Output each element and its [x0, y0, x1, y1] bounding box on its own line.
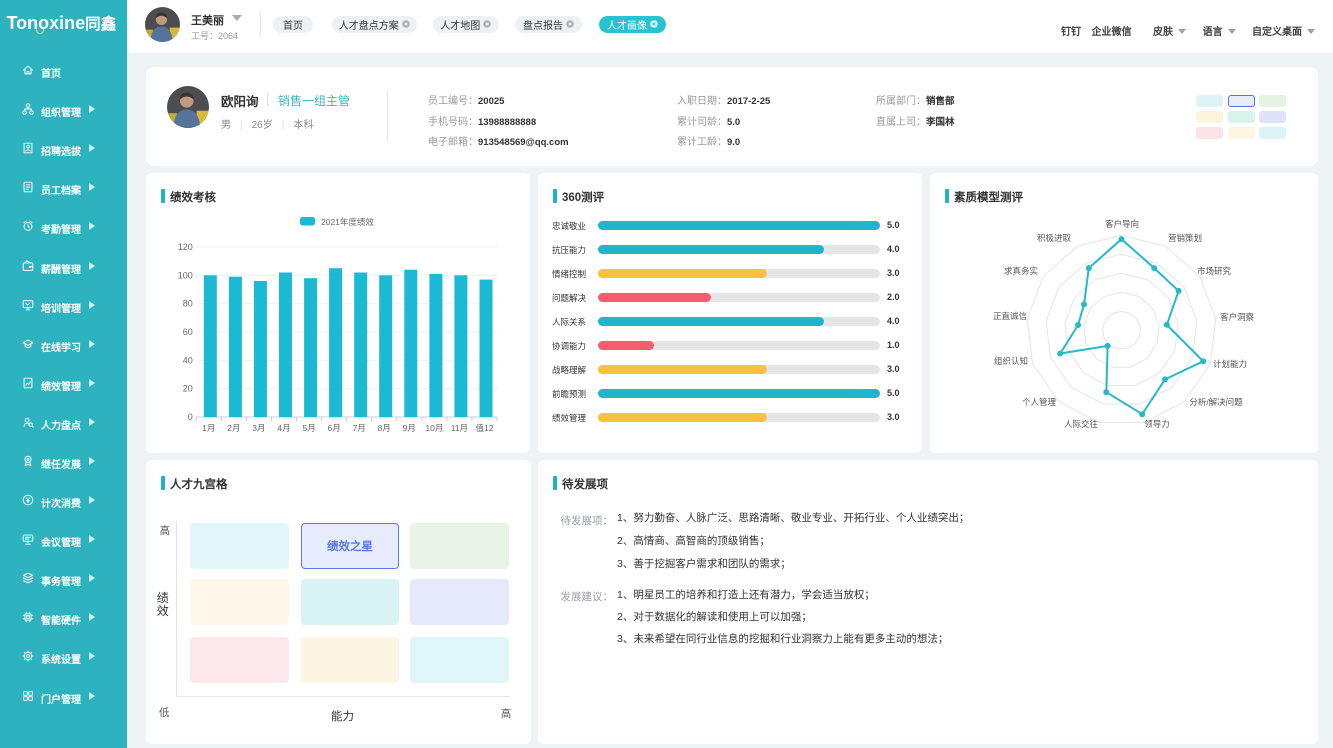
svg-text:值12: 值12	[476, 423, 494, 433]
svg-text:5月: 5月	[302, 423, 315, 433]
svg-text:2021年度绩效: 2021年度绩效	[321, 217, 374, 227]
svg-text:3月: 3月	[252, 423, 265, 433]
svg-text:人际交往: 人际交往	[1064, 419, 1099, 429]
svg-text:20: 20	[183, 384, 193, 394]
svg-text:求真务实: 求真务实	[1004, 266, 1038, 276]
svg-text:100: 100	[178, 270, 193, 280]
svg-text:个人管理: 个人管理	[1022, 397, 1057, 407]
svg-text:2月: 2月	[227, 423, 240, 433]
svg-text:分析/解决问题: 分析/解决问题	[1189, 397, 1243, 407]
svg-text:0: 0	[188, 412, 193, 422]
svg-text:市场研究: 市场研究	[1197, 266, 1232, 276]
svg-text:4月: 4月	[277, 423, 290, 433]
svg-text:领导力: 领导力	[1144, 419, 1170, 429]
svg-text:客户洞察: 客户洞察	[1220, 312, 1255, 322]
svg-text:6月: 6月	[327, 423, 340, 433]
svg-text:7月: 7月	[353, 423, 366, 433]
svg-text:正直诚信: 正直诚信	[993, 311, 1028, 321]
svg-text:计划能力: 计划能力	[1213, 359, 1247, 369]
svg-text:1月: 1月	[202, 423, 215, 433]
svg-text:客户导向: 客户导向	[1105, 219, 1139, 229]
svg-text:9月: 9月	[403, 423, 416, 433]
svg-text:120: 120	[178, 242, 193, 252]
svg-text:营销策划: 营销策划	[1168, 233, 1202, 243]
svg-text:组织认知: 组织认知	[994, 356, 1028, 366]
svg-text:80: 80	[183, 299, 193, 309]
svg-text:积极进取: 积极进取	[1037, 233, 1072, 243]
svg-text:10月: 10月	[425, 423, 443, 433]
svg-text:60: 60	[183, 327, 193, 337]
svg-text:40: 40	[183, 355, 193, 365]
svg-text:11月: 11月	[451, 423, 468, 433]
svg-text:8月: 8月	[378, 423, 391, 433]
